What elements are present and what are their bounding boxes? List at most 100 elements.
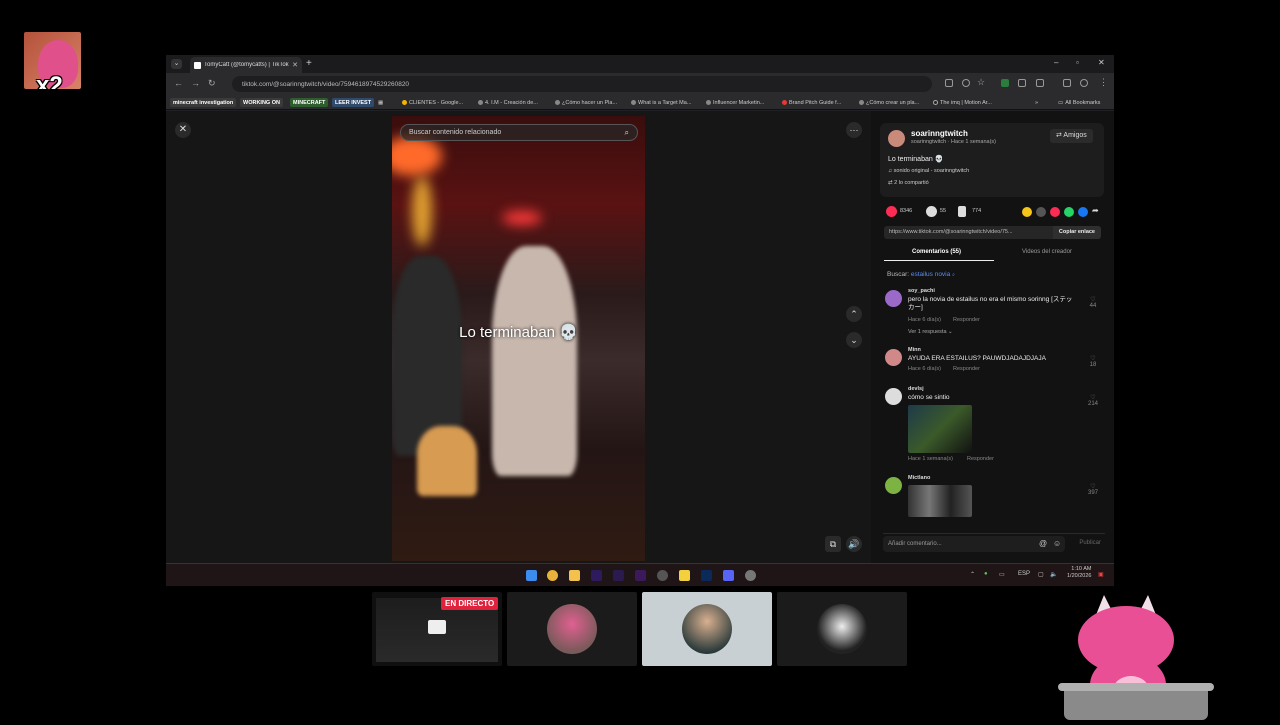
network-icon[interactable]: ▢ — [1038, 571, 1044, 578]
overflow-chevron-icon[interactable]: » — [1035, 98, 1038, 107]
search-suggestion[interactable]: Buscar: estailus novia ⌕ — [887, 271, 955, 278]
author-avatar[interactable] — [888, 130, 905, 147]
comment-sticker-image[interactable] — [908, 405, 972, 453]
cast-icon[interactable] — [945, 79, 953, 87]
bookmark-item[interactable]: ¿Cómo crear un pla... — [859, 98, 919, 107]
comment-like[interactable]: ♡ 214 — [1085, 394, 1101, 407]
close-window-button[interactable]: ✕ — [1098, 58, 1105, 67]
comment-like[interactable]: ♡ 18 — [1085, 355, 1101, 368]
comment-sticker-image[interactable] — [908, 485, 972, 517]
obs-icon[interactable] — [657, 570, 668, 581]
comment-icon[interactable] — [926, 206, 937, 217]
tab-active[interactable]: TomyCatt (@tomycatts) | TikTok ✕ — [190, 57, 302, 73]
participant-tile[interactable] — [777, 592, 907, 666]
chevron-up-icon[interactable]: ⌃ — [846, 306, 862, 322]
miniplayer-icon[interactable]: ⧉ — [825, 536, 841, 552]
extensions-puzzle-icon[interactable] — [1036, 79, 1044, 87]
premiere-icon[interactable] — [591, 570, 602, 581]
bookmark-folder[interactable]: LEER INVEST — [332, 98, 375, 107]
after-effects-icon[interactable] — [613, 570, 624, 581]
close-tab-icon[interactable]: ✕ — [292, 61, 298, 69]
participant-tile[interactable] — [507, 592, 637, 666]
forward-button[interactable]: → — [191, 78, 200, 88]
tab-search-button[interactable]: ⌄ — [171, 59, 182, 69]
bookmark-item[interactable]: Influencer Marketin... — [706, 98, 764, 107]
menu-kebab-icon[interactable]: ⋮ — [1099, 77, 1108, 88]
bookmark-item[interactable]: 4. I.M - Creación de... — [478, 98, 538, 107]
reply-button[interactable]: Responder — [967, 456, 994, 462]
comment-like[interactable]: ♡ 397 — [1085, 483, 1101, 496]
like-icon[interactable] — [886, 206, 897, 217]
back-button[interactable]: ← — [174, 78, 183, 88]
tab-comments[interactable]: Comentarios (55) — [912, 249, 961, 255]
reply-button[interactable]: Responder — [953, 366, 980, 372]
comment-like[interactable]: ♡ 44 — [1085, 296, 1101, 309]
bookmark-item[interactable]: CLIENTES - Google... — [402, 98, 463, 107]
comment-avatar[interactable] — [885, 349, 902, 366]
sidepanel-icon[interactable] — [1063, 79, 1071, 87]
apps-grid-icon[interactable]: ▦ — [378, 98, 383, 107]
all-bookmarks[interactable]: ▭ All Bookmarks — [1058, 98, 1100, 107]
comment-username[interactable]: devlsj — [908, 386, 924, 392]
emoji-icon[interactable]: ☺ — [1053, 539, 1061, 548]
chrome-icon[interactable] — [547, 570, 558, 581]
start-icon[interactable] — [526, 570, 537, 581]
bookmark-folder[interactable]: MINECRAFT — [290, 98, 329, 107]
volume-tray-icon[interactable]: 🔈 — [1050, 571, 1057, 578]
comment-username[interactable]: Minn — [908, 347, 921, 353]
chevron-down-icon[interactable]: ⌄ — [846, 332, 862, 348]
comment-avatar[interactable] — [885, 388, 902, 405]
extension-icon-2[interactable] — [1018, 79, 1026, 87]
bookmark-folder[interactable]: WORKING ON — [240, 98, 283, 107]
bookmark-star-icon[interactable]: ☆ — [977, 77, 985, 88]
copy-link-button[interactable]: Copiar enlace — [1052, 226, 1101, 239]
share-link-field[interactable]: https://www.tiktok.com/@soarinngtwitch/v… — [884, 226, 1101, 239]
whatsapp-icon[interactable] — [1064, 207, 1074, 217]
zoom-icon[interactable] — [962, 79, 970, 87]
close-icon[interactable]: ✕ — [175, 122, 191, 138]
repost-share-icon[interactable] — [1050, 207, 1060, 217]
keyboard-icon[interactable]: ▭ — [999, 571, 1005, 578]
mention-icon[interactable]: @ — [1039, 539, 1047, 548]
address-bar[interactable]: tiktok.com/@soarinngtwitch/video/7594618… — [232, 76, 932, 92]
share-arrow-icon[interactable]: ➦ — [1092, 206, 1099, 215]
minimize-button[interactable]: – — [1054, 58, 1058, 67]
sticky-notes-icon[interactable] — [679, 570, 690, 581]
search-icon[interactable]: ⌕ — [625, 128, 629, 138]
reload-button[interactable]: ↻ — [208, 78, 216, 89]
send-icon[interactable] — [1036, 207, 1046, 217]
author-name[interactable]: soarinngtwitch — [911, 129, 968, 138]
settings-gear-icon[interactable] — [745, 570, 756, 581]
maximize-button[interactable]: ▫ — [1076, 58, 1079, 67]
search-suggestion-term[interactable]: estailus novia — [911, 271, 950, 278]
bookmark-item[interactable]: Brand Pitch Guide f... — [782, 98, 841, 107]
profile-icon[interactable] — [1080, 79, 1088, 87]
bookmark-folder[interactable]: minecraft investigation — [170, 98, 237, 107]
embed-icon[interactable] — [1022, 207, 1032, 217]
clock[interactable]: 1:10 AM 1/20/2026 — [1067, 566, 1091, 580]
comment-avatar[interactable] — [885, 477, 902, 494]
video-player[interactable]: Buscar contenido relacionado ⌕ Lo termin… — [392, 116, 645, 561]
bookmark-item[interactable]: ¿Cómo hacer un Pla... — [555, 98, 617, 107]
new-tab-button[interactable]: + — [306, 58, 312, 69]
mic-icon[interactable]: ● — [984, 571, 988, 577]
related-search-input[interactable]: Buscar contenido relacionado ⌕ — [400, 124, 638, 141]
facebook-icon[interactable] — [1078, 207, 1088, 217]
bookmark-icon[interactable] — [958, 206, 966, 217]
tab-creator-videos[interactable]: Videos del creador — [1022, 249, 1072, 255]
comment-avatar[interactable] — [885, 290, 902, 307]
bookmark-item[interactable]: The imq | Motion Ar... — [933, 98, 992, 107]
more-options-icon[interactable]: ⋯ — [846, 122, 862, 138]
tray-chevron-icon[interactable]: ⌃ — [970, 571, 975, 578]
bookmark-item[interactable]: What is a Target Ma... — [631, 98, 691, 107]
file-explorer-icon[interactable] — [569, 570, 580, 581]
photoshop-icon[interactable] — [701, 570, 712, 581]
participant-tile-active[interactable] — [642, 592, 772, 666]
comment-input[interactable]: Añadir comentario... — [883, 536, 1065, 552]
comment-username[interactable]: Mictlano — [908, 475, 930, 481]
friends-button[interactable]: ⇄ Amigos — [1050, 129, 1093, 143]
view-replies-button[interactable]: Ver 1 respuesta ⌄ — [908, 329, 953, 335]
language-indicator[interactable]: ESP — [1018, 571, 1030, 577]
publish-button[interactable]: Publicar — [1079, 540, 1101, 546]
sound-link[interactable]: ♫ sonido original - soarinngtwitch — [888, 168, 969, 174]
